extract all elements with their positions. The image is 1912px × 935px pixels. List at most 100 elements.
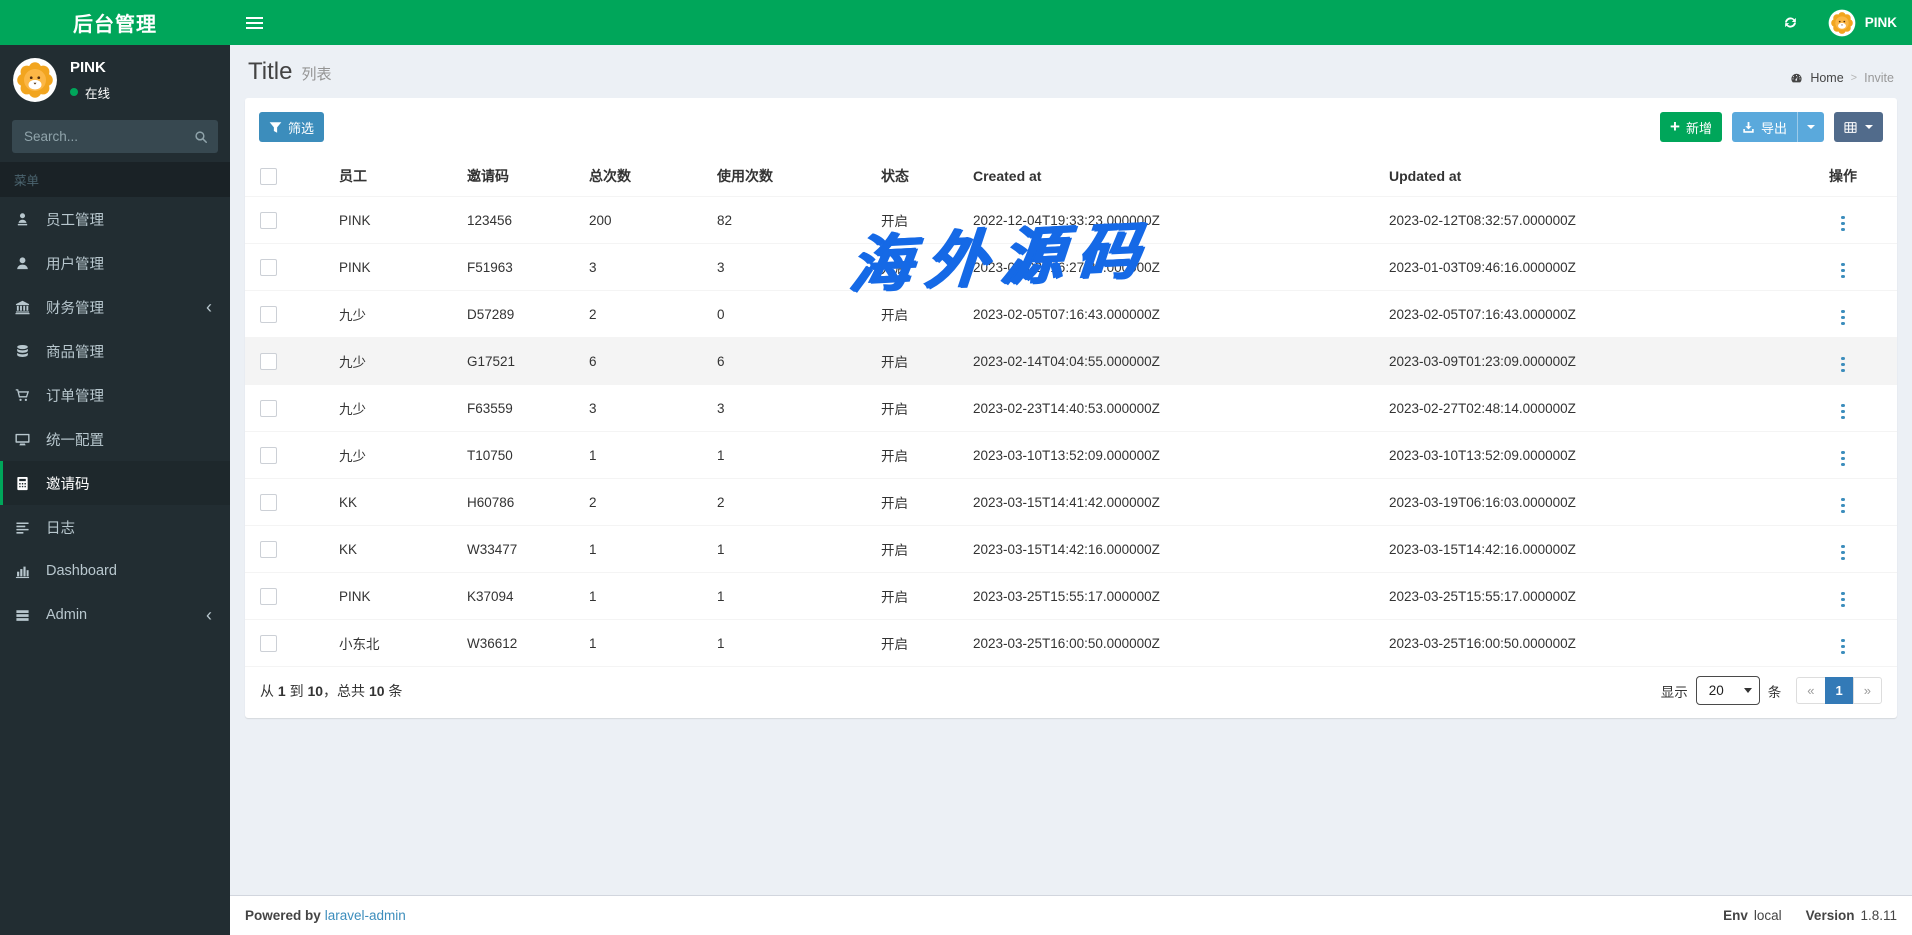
cell-created-at: 2022-12-04T19:33:23.000000Z xyxy=(965,196,1381,244)
cell-invite-code: D57289 xyxy=(459,290,581,338)
select-all-checkbox[interactable] xyxy=(260,167,277,185)
sidebar-item-finance[interactable]: 财务管理 ‹ xyxy=(0,285,230,329)
col-invite-code: 邀请码 xyxy=(459,156,581,197)
cell-status: 开启 xyxy=(873,478,965,526)
cell-created-at: 2023-03-15T14:41:42.000000Z xyxy=(965,478,1381,526)
cell-status: 开启 xyxy=(873,572,965,620)
cell-created-at: 2023-03-10T13:52:09.000000Z xyxy=(965,431,1381,479)
pager-next[interactable]: » xyxy=(1852,677,1882,704)
cell-total-count: 3 xyxy=(581,243,709,291)
page-title: Title xyxy=(248,58,293,85)
laravel-admin-link[interactable]: laravel-admin xyxy=(325,908,406,923)
cell-used-count: 3 xyxy=(709,243,873,291)
online-dot-icon xyxy=(70,88,78,96)
search-icon[interactable] xyxy=(187,124,215,149)
row-actions-button[interactable] xyxy=(1833,449,1853,469)
table-row: 九少 G17521 6 6 开启 2023-02-14T04:04:55.000000Z 2… xyxy=(245,337,1897,385)
cell-employee: 九少 xyxy=(331,384,459,432)
add-button[interactable]: + 新增 xyxy=(1660,112,1722,142)
sidebar-item-invite[interactable]: 邀请码 xyxy=(0,461,230,505)
row-actions-button[interactable] xyxy=(1833,214,1853,234)
sidebar-item-orders[interactable]: 订单管理 xyxy=(0,373,230,417)
filter-button[interactable]: 筛选 xyxy=(259,112,325,142)
row-actions-button[interactable] xyxy=(1833,496,1853,516)
table-row: 九少 F63559 3 3 开启 2023-02-23T14:40:53.000000Z 2… xyxy=(245,384,1897,432)
cell-status: 开启 xyxy=(873,196,965,244)
cell-created-at: 2023-03-25T16:00:50.000000Z xyxy=(965,619,1381,666)
row-checkbox[interactable] xyxy=(260,540,277,558)
cell-updated-at: 2023-03-19T06:16:03.000000Z xyxy=(1381,478,1789,526)
user-menu[interactable]: PINK xyxy=(1813,0,1912,45)
row-actions-button[interactable] xyxy=(1833,402,1853,422)
pager-page-1[interactable]: 1 xyxy=(1824,677,1854,704)
plus-icon: + xyxy=(1670,116,1680,136)
sidebar-item-dashboard[interactable]: Dashboard xyxy=(0,549,230,593)
filter-icon xyxy=(269,121,282,134)
export-dropdown-button[interactable] xyxy=(1797,112,1824,142)
refresh-icon xyxy=(1783,15,1798,30)
sidebar-toggle-button[interactable] xyxy=(230,0,278,45)
row-checkbox[interactable] xyxy=(260,258,277,276)
brand-logo[interactable]: 后台管理 xyxy=(0,0,230,45)
row-checkbox[interactable] xyxy=(260,587,277,605)
row-actions-button[interactable] xyxy=(1833,590,1853,610)
sidebar-item-label: Dashboard xyxy=(46,563,117,579)
cell-created-at: 2023-03-25T15:55:17.000000Z xyxy=(965,572,1381,620)
grid-footer: 从 1 到 10，总共 10 条 显示 20 条 «1» xyxy=(245,666,1897,718)
breadcrumb-invite[interactable]: Invite xyxy=(1864,71,1894,85)
sidebar-user-panel: PINK 在线 xyxy=(0,45,230,113)
cell-total-count: 2 xyxy=(581,478,709,526)
cell-created-at: 2023-02-05T07:16:43.000000Z xyxy=(965,290,1381,338)
sidebar-item-config[interactable]: 统一配置 xyxy=(0,417,230,461)
row-checkbox[interactable] xyxy=(260,211,277,229)
cell-updated-at: 2023-03-09T01:23:09.000000Z xyxy=(1381,337,1789,385)
cell-status: 开启 xyxy=(873,337,965,385)
column-selector-button[interactable] xyxy=(1834,112,1883,142)
cell-used-count: 1 xyxy=(709,619,873,666)
pager-prev[interactable]: « xyxy=(1796,677,1826,704)
table-summary: 从 1 到 10，总共 10 条 xyxy=(260,682,403,699)
sidebar-item-staff[interactable]: 员工管理 xyxy=(0,197,230,241)
sidebar-item-goods[interactable]: 商品管理 xyxy=(0,329,230,373)
cell-employee: 九少 xyxy=(331,290,459,338)
sidebar-item-label: 员工管理 xyxy=(46,212,104,229)
per-page-select[interactable]: 20 xyxy=(1695,676,1760,705)
version-value: 1.8.11 xyxy=(1860,908,1897,923)
cell-used-count: 2 xyxy=(709,478,873,526)
row-checkbox[interactable] xyxy=(260,446,277,464)
cell-employee: 九少 xyxy=(331,337,459,385)
row-checkbox[interactable] xyxy=(260,634,277,652)
bank-icon xyxy=(15,300,40,315)
row-checkbox[interactable] xyxy=(260,305,277,323)
table-row: KK H60786 2 2 开启 2023-03-15T14:41:42.000000Z 2… xyxy=(245,478,1897,526)
cell-status: 开启 xyxy=(873,619,965,666)
row-checkbox[interactable] xyxy=(260,399,277,417)
row-checkbox[interactable] xyxy=(260,352,277,370)
row-checkbox[interactable] xyxy=(260,493,277,511)
sidebar-item-logs[interactable]: 日志 xyxy=(0,505,230,549)
cell-used-count: 0 xyxy=(709,290,873,338)
user-icon xyxy=(15,256,40,271)
col-actions: 操作 xyxy=(1789,156,1897,197)
sidebar-search xyxy=(12,120,218,153)
menu-header: 菜单 xyxy=(0,162,230,197)
cell-invite-code: T10750 xyxy=(459,431,581,479)
cell-used-count: 1 xyxy=(709,572,873,620)
row-actions-button[interactable] xyxy=(1833,261,1853,281)
version-label: Version xyxy=(1805,908,1855,923)
sidebar-menu: 员工管理用户管理 财务管理 ‹ 商品管理 订单管理 统一配置 邀请码 日志 Dashboard A… xyxy=(0,197,230,637)
export-button[interactable]: 导出 xyxy=(1731,112,1797,142)
row-actions-button[interactable] xyxy=(1833,355,1853,375)
sidebar-item-users[interactable]: 用户管理 xyxy=(0,241,230,285)
cell-total-count: 2 xyxy=(581,290,709,338)
sidebar-user-status: 在线 xyxy=(70,83,110,102)
breadcrumb-home[interactable]: Home xyxy=(1810,71,1843,85)
row-actions-button[interactable] xyxy=(1833,543,1853,563)
sidebar-item-admin[interactable]: Admin ‹ xyxy=(0,593,230,637)
row-actions-button[interactable] xyxy=(1833,308,1853,328)
col-updated-at: Updated at xyxy=(1381,156,1789,197)
refresh-button[interactable] xyxy=(1768,0,1813,45)
row-actions-button[interactable] xyxy=(1833,637,1853,657)
cell-total-count: 1 xyxy=(581,619,709,666)
caret-down-icon xyxy=(1865,125,1873,129)
